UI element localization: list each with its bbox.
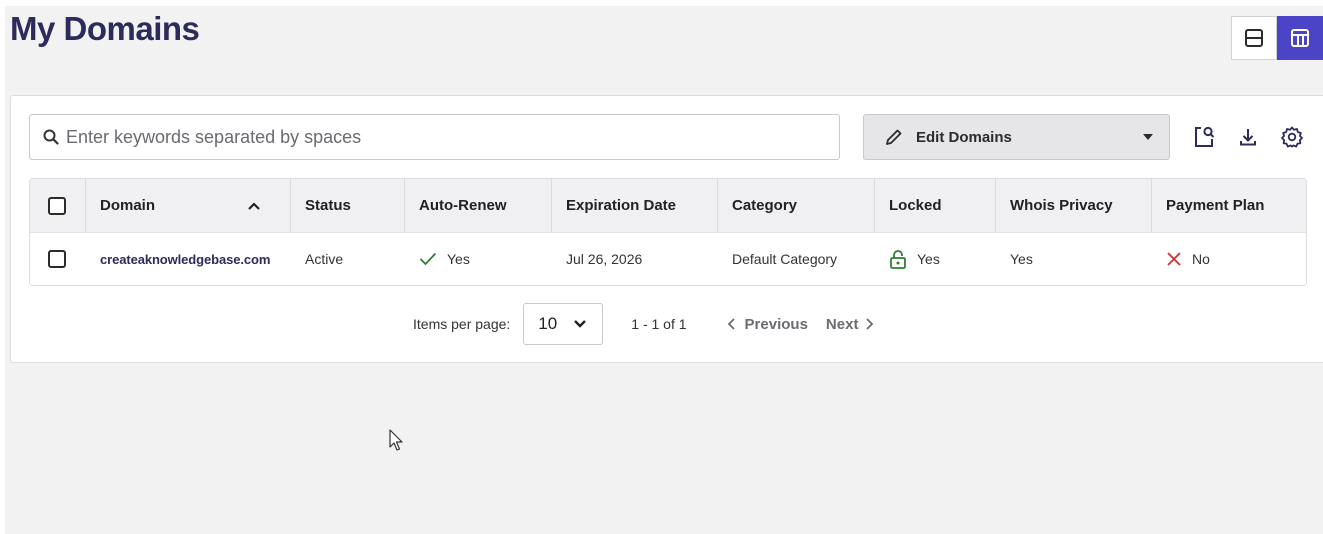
auto-renew-cell: Yes [405, 233, 552, 285]
row-select-cell [30, 233, 86, 285]
next-label: Next [825, 315, 859, 333]
select-all-cell [30, 179, 86, 232]
locked-cell: Yes [875, 233, 996, 285]
view-toggle [1231, 16, 1323, 60]
search-report-button[interactable] [1189, 122, 1219, 152]
expiration-date-cell: Jul 26, 2026 [566, 251, 643, 267]
close-icon [1167, 252, 1181, 266]
domains-panel: Edit Domains [10, 95, 1323, 363]
mouse-cursor-icon [389, 429, 403, 451]
column-header-category[interactable]: Category [718, 179, 875, 232]
settings-button[interactable] [1277, 122, 1307, 152]
list-view-button[interactable] [1231, 16, 1277, 60]
column-header-payment-plan[interactable]: Payment Plan [1152, 179, 1306, 232]
table-header-row: Domain Status Auto-Renew Expiration Date… [30, 179, 1306, 232]
table-row: createaknowledgebase.com Active Yes Jul … [30, 232, 1306, 285]
items-per-page-value: 10 [538, 314, 558, 333]
unlock-icon [890, 250, 906, 269]
edit-domains-button[interactable]: Edit Domains [863, 114, 1170, 160]
chevron-down-icon [574, 320, 587, 328]
table-view-button[interactable] [1277, 16, 1323, 60]
pagination: Items per page: 10 1 - 1 of 1 Previous N… [413, 303, 874, 345]
locked-value: Yes [917, 251, 940, 267]
column-header-whois-privacy[interactable]: Whois Privacy [996, 179, 1152, 232]
caret-down-icon [1143, 134, 1153, 140]
items-per-page-select[interactable]: 10 [523, 303, 604, 345]
download-button[interactable] [1233, 122, 1263, 152]
chevron-left-icon [727, 318, 735, 330]
table-view-icon [1291, 29, 1309, 47]
whois-privacy-cell: Yes [1010, 251, 1033, 267]
row-checkbox[interactable] [48, 250, 66, 268]
list-view-icon [1245, 29, 1263, 47]
column-header-expiration-date[interactable]: Expiration Date [552, 179, 718, 232]
next-page-button[interactable]: Next [826, 316, 875, 333]
search-box[interactable] [29, 114, 840, 160]
status-cell: Active [305, 251, 344, 267]
previous-label: Previous [744, 315, 808, 333]
search-icon [43, 129, 59, 145]
download-icon [1240, 129, 1256, 146]
column-header-locked[interactable]: Locked [875, 179, 996, 232]
edit-domains-label: Edit Domains [916, 128, 1012, 146]
search-report-icon [1195, 126, 1215, 147]
check-icon [419, 252, 437, 266]
domain-link[interactable]: createaknowledgebase.com [100, 252, 270, 267]
page-title: My Domains [10, 10, 200, 47]
sort-ascending-icon [248, 201, 260, 210]
select-all-checkbox[interactable] [48, 196, 66, 215]
chevron-right-icon [866, 318, 874, 330]
page-background: My Domains Enter keywords separated by s… [5, 6, 1323, 534]
pencil-icon [886, 129, 902, 145]
page-range: 1 - 1 of 1 [631, 316, 687, 332]
column-header-label: Domain [100, 197, 156, 214]
domain-cell: createaknowledgebase.com [86, 233, 291, 285]
items-per-page-label: Items per page: [413, 316, 511, 332]
domains-table: Domain Status Auto-Renew Expiration Date… [29, 178, 1307, 286]
category-cell: Default Category [732, 251, 838, 267]
toolbar-icons [1189, 122, 1307, 152]
payment-plan-value: No [1192, 251, 1210, 267]
settings-icon [1281, 126, 1303, 148]
column-header-domain[interactable]: Domain [86, 179, 291, 232]
payment-plan-cell: No [1152, 233, 1306, 285]
column-header-auto-renew[interactable]: Auto-Renew [405, 179, 552, 232]
column-header-status[interactable]: Status [291, 179, 405, 232]
previous-page-button[interactable]: Previous [727, 316, 808, 333]
search-input[interactable] [66, 115, 839, 159]
auto-renew-value: Yes [447, 251, 470, 267]
